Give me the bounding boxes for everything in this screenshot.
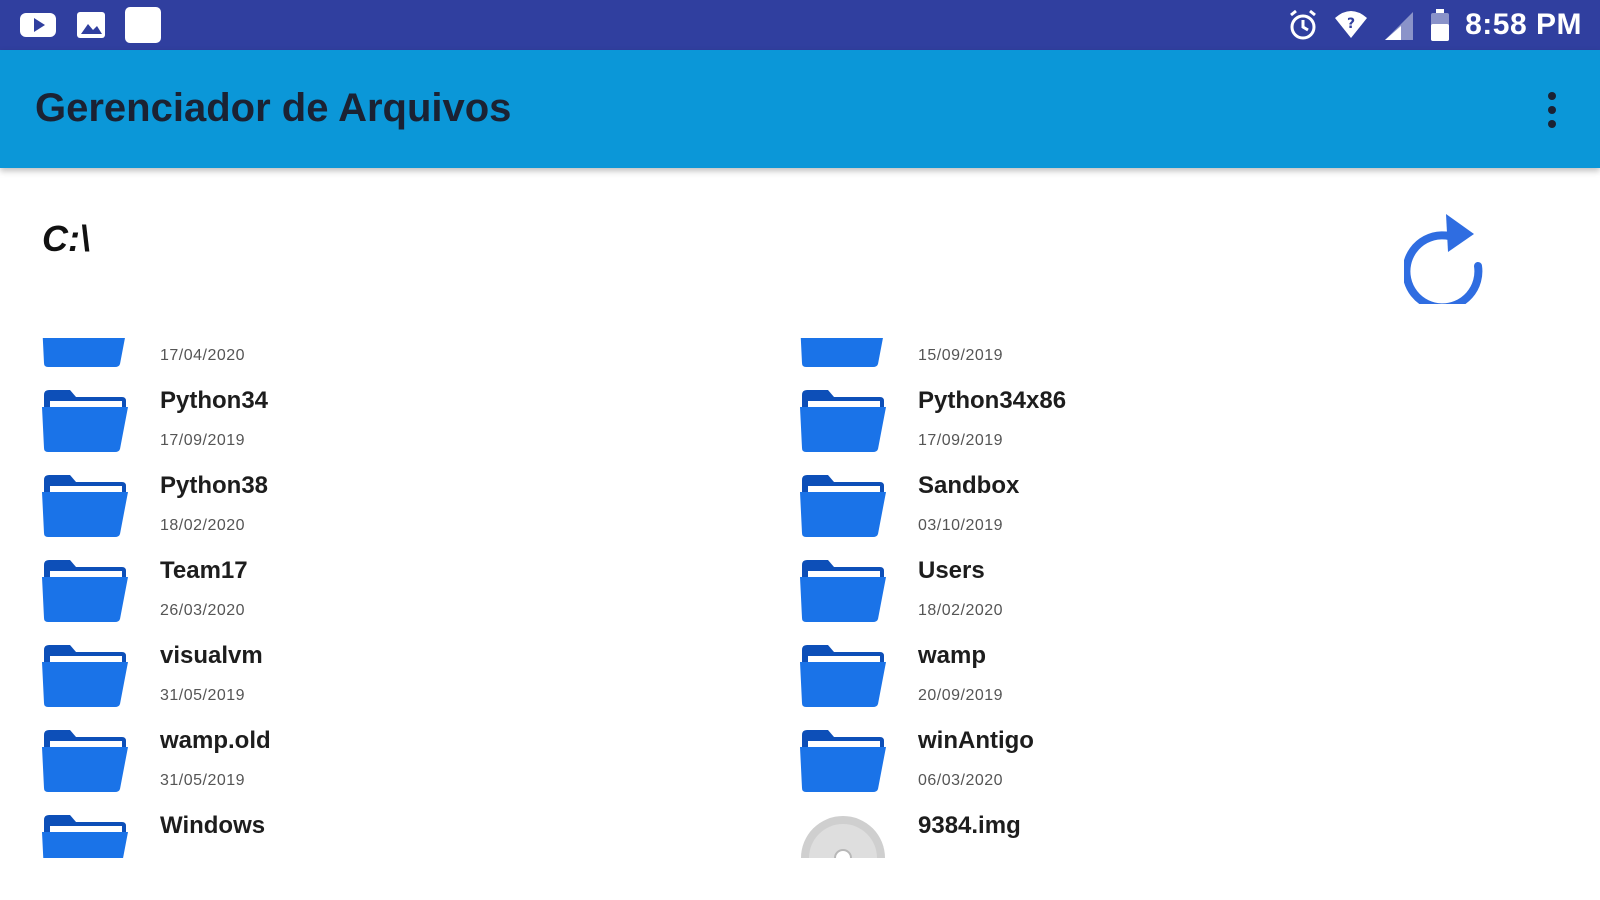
alarm-icon <box>1287 8 1319 42</box>
file-name: Users <box>918 557 985 584</box>
app-notification-icon <box>124 7 162 43</box>
file-item[interactable]: wamp.old 31/05/2019 <box>42 711 800 796</box>
file-name: wamp <box>918 642 987 669</box>
refresh-button[interactable] <box>1402 212 1496 312</box>
folder-icon <box>800 557 886 623</box>
file-item[interactable]: visualvm 31/05/2019 <box>42 626 800 711</box>
file-name: 9384.img <box>918 812 1021 839</box>
file-name: Team17 <box>160 557 248 584</box>
file-item[interactable]: Users 18/02/2020 <box>800 541 1558 626</box>
file-date: 18/02/2020 <box>918 602 1004 619</box>
file-item[interactable]: Sandbox 03/10/2019 <box>800 456 1558 541</box>
folder-icon <box>42 557 128 623</box>
youtube-icon <box>18 7 58 43</box>
current-path: C:\ <box>42 218 90 259</box>
folder-icon <box>800 387 886 453</box>
wifi-icon: ? <box>1333 8 1369 42</box>
file-date: 31/05/2019 <box>160 772 246 789</box>
file-item[interactable]: winAntigo 06/03/2020 <box>800 711 1558 796</box>
file-item[interactable]: wamp 20/09/2019 <box>800 626 1558 711</box>
file-date: 17/09/2019 <box>160 432 246 449</box>
status-bar: ? 8:58 PM <box>0 0 1600 50</box>
file-name: Python34 <box>160 387 269 414</box>
file-list[interactable]: 17/04/2020 15/09/2019 Python34 17/09/2019… <box>0 338 1600 858</box>
file-date: 31/05/2019 <box>160 687 246 704</box>
file-item[interactable]: Windows <box>42 796 800 858</box>
folder-icon <box>42 387 128 453</box>
gallery-icon <box>74 7 108 43</box>
folder-icon <box>42 642 128 708</box>
file-date: 20/09/2019 <box>918 687 1004 704</box>
folder-icon <box>800 472 886 538</box>
file-date: 17/09/2019 <box>918 432 1004 449</box>
file-date: 15/09/2019 <box>918 347 1004 364</box>
file-date: 26/03/2020 <box>160 602 246 619</box>
file-item[interactable]: Python34 17/09/2019 <box>42 371 800 456</box>
status-time: 8:58 PM <box>1465 8 1582 41</box>
file-item[interactable]: Team17 26/03/2020 <box>42 541 800 626</box>
status-bar-right: ? 8:58 PM <box>1287 8 1582 42</box>
file-date: 17/04/2020 <box>160 347 246 364</box>
folder-icon <box>42 727 128 793</box>
file-name: winAntigo <box>918 727 1034 754</box>
file-name: Python38 <box>160 472 269 499</box>
status-bar-left <box>18 7 162 43</box>
file-item[interactable]: 9384.img <box>800 796 1558 858</box>
refresh-icon <box>1402 214 1483 312</box>
file-item[interactable]: 15/09/2019 <box>800 338 1558 371</box>
file-name: Windows <box>160 812 266 839</box>
overflow-menu-icon[interactable] <box>1540 90 1564 130</box>
battery-icon <box>1429 8 1451 42</box>
file-name: Python34x86 <box>918 387 1067 414</box>
file-name: wamp.old <box>160 727 271 754</box>
app-title: Gerenciador de Arquivos <box>35 86 512 130</box>
file-grid: 17/04/2020 15/09/2019 Python34 17/09/2019… <box>0 338 1600 858</box>
folder-icon <box>800 727 886 793</box>
svg-text:?: ? <box>1347 16 1355 32</box>
folder-icon <box>800 338 886 368</box>
file-item[interactable]: Python38 18/02/2020 <box>42 456 800 541</box>
file-name: Sandbox <box>918 472 1020 499</box>
file-item[interactable]: Python34x86 17/09/2019 <box>800 371 1558 456</box>
folder-icon <box>42 812 128 858</box>
file-item[interactable]: 17/04/2020 <box>42 338 800 371</box>
file-date: 06/03/2020 <box>918 772 1004 789</box>
folder-icon <box>42 472 128 538</box>
folder-icon <box>800 642 886 708</box>
file-name: visualvm <box>160 642 263 669</box>
folder-icon <box>42 338 128 368</box>
disc-image-icon <box>800 812 886 858</box>
file-date: 03/10/2019 <box>918 517 1004 534</box>
signal-icon <box>1383 8 1415 42</box>
app-bar: Gerenciador de Arquivos <box>0 50 1600 168</box>
file-date: 18/02/2020 <box>160 517 246 534</box>
